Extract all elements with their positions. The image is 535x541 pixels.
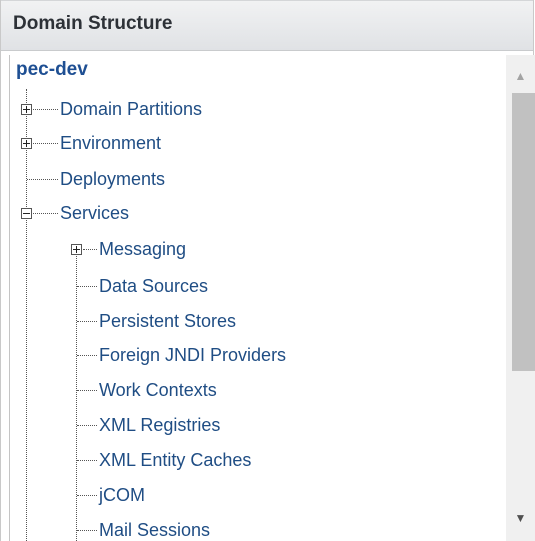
- expand-plus-icon[interactable]: [21, 104, 32, 115]
- tree-item-label: Foreign JNDI Providers: [99, 345, 287, 365]
- tree-branch-line: [77, 390, 97, 391]
- tree-item-label: Persistent Stores: [99, 311, 237, 331]
- tree-container: pec-dev Domain Partitions Environment De…: [9, 55, 507, 541]
- tree-connector-line: [26, 89, 27, 541]
- tree-item-label: jCOM: [99, 485, 145, 505]
- collapse-minus-icon[interactable]: [21, 208, 32, 219]
- domain-structure-panel: Domain Structure pec-dev Domain Partitio…: [0, 0, 535, 541]
- tree-item-label: Mail Sessions: [99, 520, 211, 540]
- tree-branch-line: [77, 355, 97, 356]
- tree-branch-line: [33, 143, 58, 144]
- tree-branch-line: [77, 425, 97, 426]
- expand-plus-icon[interactable]: [71, 244, 82, 255]
- scroll-up-arrow-icon[interactable]: ▲: [506, 61, 535, 91]
- tree-item-label: Domain Partitions: [60, 99, 203, 119]
- tree-branch-line: [77, 530, 97, 531]
- tree-item-label: Services: [60, 203, 130, 223]
- scroll-down-arrow-icon[interactable]: ▼: [506, 503, 535, 533]
- tree-item-label: XML Entity Caches: [99, 450, 252, 470]
- tree-branch-line: [33, 213, 58, 214]
- tree-item-label: Deployments: [60, 169, 166, 189]
- tree-item-label: Data Sources: [99, 276, 209, 296]
- tree-branch-line: [77, 321, 97, 322]
- scrollbar-thumb[interactable]: [512, 93, 535, 371]
- tree-branch-line: [77, 495, 97, 496]
- tree-branch-line: [27, 179, 58, 180]
- tree-branch-line: [33, 109, 58, 110]
- domain-tree: pec-dev Domain Partitions Environment De…: [10, 55, 506, 541]
- tree-item-label: Environment: [60, 133, 162, 153]
- panel-title: Domain Structure: [13, 13, 173, 34]
- tree-item-label: Work Contexts: [99, 380, 217, 400]
- panel-header: Domain Structure: [1, 0, 533, 51]
- tree-branch-line: [77, 460, 97, 461]
- tree-root-pec-dev[interactable]: pec-dev: [16, 59, 88, 81]
- tree-branch-line: [77, 286, 97, 287]
- tree-item-label: XML Registries: [99, 415, 221, 435]
- tree-branch-line: [83, 249, 97, 250]
- tree-connector-line: [76, 252, 77, 541]
- tree-item-label: Messaging: [99, 239, 187, 259]
- vertical-scrollbar[interactable]: ▲ ▼: [506, 55, 535, 541]
- expand-plus-icon[interactable]: [21, 138, 32, 149]
